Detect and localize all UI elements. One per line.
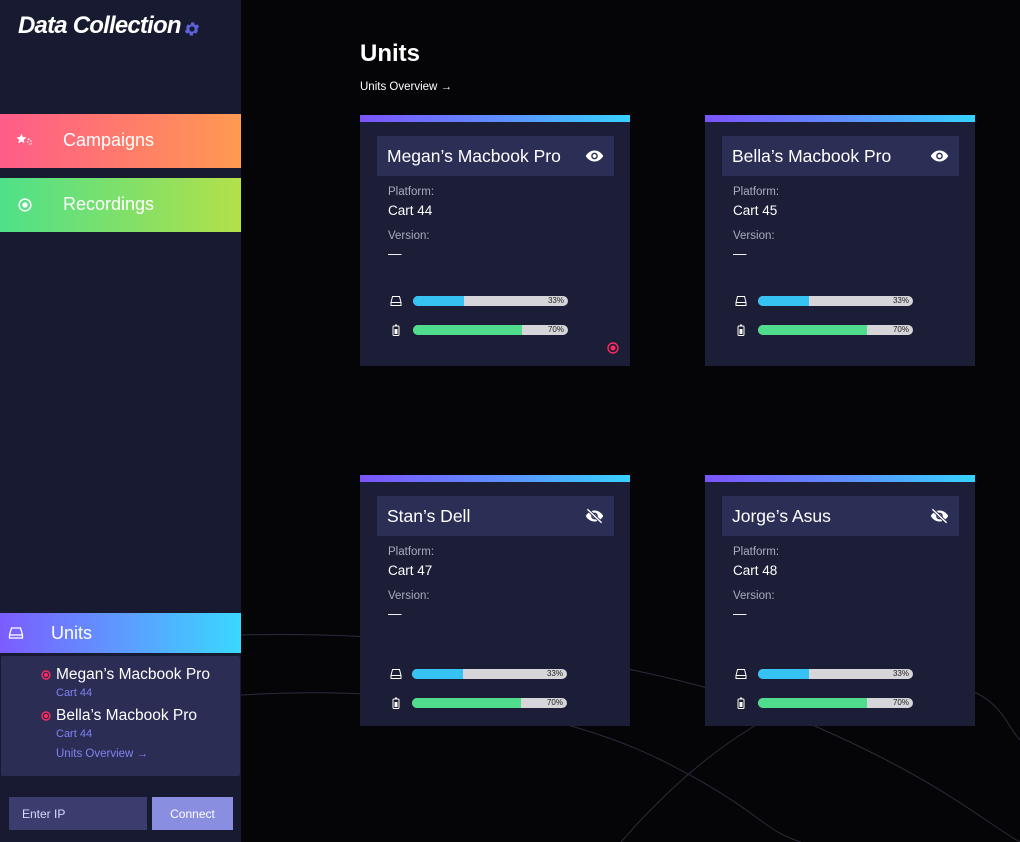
card-accent-bar xyxy=(705,475,975,482)
platform-value: Cart 44 xyxy=(388,203,433,218)
units-list: Megan’s Macbook Pro Cart 44 Bella’s Macb… xyxy=(1,656,240,776)
eye-off-icon[interactable] xyxy=(930,508,949,524)
battery-bar-fill xyxy=(413,325,522,335)
hard-drive-icon xyxy=(8,627,24,639)
battery-percent: 70% xyxy=(546,698,563,707)
battery-icon xyxy=(392,697,400,709)
storage-bar-fill xyxy=(758,669,810,679)
platform-value: Cart 48 xyxy=(733,563,778,578)
card-title: Stan’s Dell xyxy=(387,506,471,526)
nav-campaigns-label: Campaigns xyxy=(63,130,155,150)
card-header: Jorge’s Asus xyxy=(722,496,959,536)
connect-button[interactable]: Connect xyxy=(152,797,233,830)
sidebar-unit-cart: Cart 44 xyxy=(56,687,93,699)
ip-input[interactable] xyxy=(9,797,147,830)
sidebar-unit-bella[interactable]: Bella’s Macbook Pro Cart 44 xyxy=(1,700,240,740)
platform-value: Cart 45 xyxy=(733,203,778,218)
brand: Data Collection xyxy=(18,12,182,40)
storage-bar: 33% xyxy=(758,296,913,306)
app-title: Data Collection xyxy=(18,12,182,39)
hard-drive-icon xyxy=(735,669,747,679)
battery-bar: 70% xyxy=(413,325,568,335)
hard-drive-icon xyxy=(735,296,747,306)
version-value: — xyxy=(388,246,402,261)
version-value: — xyxy=(388,606,402,621)
unit-card: Megan’s Macbook Pro Platform: Cart 44 Ve… xyxy=(360,115,630,366)
version-label: Version: xyxy=(733,590,775,602)
units-overview-link[interactable]: Units Overview → xyxy=(360,81,452,93)
sidebar-unit-name: Megan’s Macbook Pro xyxy=(56,666,210,683)
storage-percent: 33% xyxy=(892,669,909,678)
battery-percent: 70% xyxy=(892,698,909,707)
version-value: — xyxy=(733,246,747,261)
card-accent-bar xyxy=(360,115,630,122)
nav-units-label: Units xyxy=(51,623,93,643)
unit-card: Jorge’s Asus Platform: Cart 48 Version: … xyxy=(705,475,975,726)
unit-card: Stan’s Dell Platform: Cart 47 Version: —… xyxy=(360,475,630,726)
storage-bar: 33% xyxy=(758,669,913,679)
battery-bar: 70% xyxy=(758,325,913,335)
sidebar-unit-name: Bella’s Macbook Pro xyxy=(56,707,198,724)
storage-bar-fill xyxy=(758,296,810,306)
battery-icon xyxy=(737,697,745,709)
sidebar-unit-megan[interactable]: Megan’s Macbook Pro Cart 44 xyxy=(1,659,240,699)
hard-drive-icon xyxy=(390,296,402,306)
card-header: Megan’s Macbook Pro xyxy=(377,136,614,176)
page-title: Units xyxy=(360,40,420,67)
storage-bar-fill xyxy=(413,296,465,306)
storage-percent: 33% xyxy=(547,296,564,305)
version-label: Version: xyxy=(733,230,775,242)
nav-units[interactable]: Units xyxy=(0,613,241,653)
nav-recordings-label: Recordings xyxy=(63,194,155,214)
battery-icon xyxy=(737,324,745,336)
storage-percent: 33% xyxy=(892,296,909,305)
card-header: Stan’s Dell xyxy=(377,496,614,536)
battery-bar-fill xyxy=(758,325,867,335)
platform-label: Platform: xyxy=(733,186,780,198)
storage-bar: 33% xyxy=(412,669,567,679)
card-accent-bar xyxy=(360,475,630,482)
battery-bar-fill xyxy=(412,698,521,708)
card-title: Megan’s Macbook Pro xyxy=(387,146,561,166)
battery-percent: 70% xyxy=(892,325,909,334)
sidebar-units-overview-link[interactable]: Units Overview → xyxy=(56,748,148,760)
version-label: Version: xyxy=(388,230,430,242)
card-title: Jorge’s Asus xyxy=(732,506,831,526)
battery-percent: 70% xyxy=(547,325,564,334)
unit-card: Bella’s Macbook Pro Platform: Cart 45 Ve… xyxy=(705,115,975,366)
version-value: — xyxy=(733,606,747,621)
nav-recordings[interactable]: Recordings xyxy=(0,178,241,232)
storage-percent: 33% xyxy=(546,669,563,678)
eye-off-icon[interactable] xyxy=(585,508,604,524)
stars-icon xyxy=(16,133,32,145)
eye-icon[interactable] xyxy=(930,148,949,164)
recording-dot-icon xyxy=(41,670,51,680)
recording-indicator-icon xyxy=(607,342,619,354)
version-label: Version: xyxy=(388,590,430,602)
card-header: Bella’s Macbook Pro xyxy=(722,136,959,176)
sidebar: Data Collection Campaigns Recordings Uni… xyxy=(0,0,241,842)
battery-bar: 70% xyxy=(412,698,567,708)
platform-label: Platform: xyxy=(388,546,435,558)
sidebar-unit-cart: Cart 44 xyxy=(56,728,93,740)
platform-value: Cart 47 xyxy=(388,563,433,578)
hard-drive-icon xyxy=(390,669,402,679)
card-title: Bella’s Macbook Pro xyxy=(732,146,892,166)
storage-bar-fill xyxy=(412,669,464,679)
recording-dot-icon xyxy=(41,711,51,721)
storage-bar: 33% xyxy=(413,296,568,306)
battery-bar-fill xyxy=(758,698,867,708)
platform-label: Platform: xyxy=(388,186,435,198)
nav-campaigns[interactable]: Campaigns xyxy=(0,114,241,168)
battery-icon xyxy=(392,324,400,336)
battery-bar: 70% xyxy=(758,698,913,708)
card-accent-bar xyxy=(705,115,975,122)
record-icon xyxy=(18,198,32,212)
eye-icon[interactable] xyxy=(585,148,604,164)
gear-icon[interactable] xyxy=(183,20,201,38)
platform-label: Platform: xyxy=(733,546,780,558)
